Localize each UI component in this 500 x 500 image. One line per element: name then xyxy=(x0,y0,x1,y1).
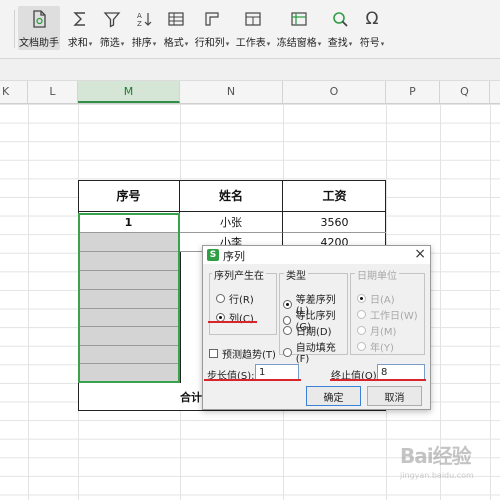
freeze-panes-button[interactable]: 冻结窗格▾ xyxy=(276,6,322,50)
rows-columns-icon xyxy=(201,8,223,30)
ribbon-toolbar: 文档助手 求和▾ 筛选▾ AZ 排序▾ 格式▾ 行和列▾ 工作表▾ 冻结窗格▾ … xyxy=(0,0,500,59)
dialog-title: 序列 xyxy=(223,250,245,263)
radio-button xyxy=(357,294,366,303)
ribbon-label: 排序▾ xyxy=(131,38,157,49)
series-in-title: 序列产生在 xyxy=(212,267,266,282)
svg-text:Z: Z xyxy=(137,20,142,28)
close-icon[interactable]: × xyxy=(414,246,426,262)
sum-button[interactable]: 求和▾ xyxy=(66,6,94,50)
find-button[interactable]: 查找▾ xyxy=(326,6,354,50)
column-header-k[interactable]: K xyxy=(0,81,28,103)
sort-button[interactable]: AZ 排序▾ xyxy=(130,6,158,50)
document-assistant-icon xyxy=(28,8,50,30)
watermark-text: Bai经验 xyxy=(400,444,472,468)
ribbon-label: 文档助手 xyxy=(19,38,59,49)
format-icon xyxy=(165,8,187,30)
magnifier-icon xyxy=(329,8,351,30)
selection-range xyxy=(78,213,180,383)
column-header-p[interactable]: P xyxy=(386,81,440,103)
filter-button[interactable]: 筛选▾ xyxy=(98,6,126,50)
column-header-m[interactable]: M xyxy=(78,81,180,103)
funnel-icon xyxy=(101,8,123,30)
dialog-titlebar[interactable]: S 序列 × xyxy=(203,246,430,264)
column-header-l[interactable]: L xyxy=(28,81,78,103)
annotation-underline xyxy=(204,379,301,381)
wps-logo-icon: S xyxy=(207,249,219,261)
radio-weekday: 工作日(W) xyxy=(357,307,418,322)
radio-button[interactable] xyxy=(283,347,292,357)
sigma-icon xyxy=(69,8,91,30)
radio-autofill[interactable]: 自动填充(F) xyxy=(283,339,347,365)
annotation-underline xyxy=(330,379,426,381)
annotation-underline xyxy=(208,321,257,323)
radio-button xyxy=(357,326,366,335)
ribbon-label: 冻结窗格▾ xyxy=(276,38,322,49)
ribbon-label: 筛选▾ xyxy=(99,38,125,49)
cell-salary[interactable]: 3560 xyxy=(283,212,386,233)
table-divider xyxy=(180,252,181,383)
formula-bar-area xyxy=(0,59,500,81)
omega-icon: Ω xyxy=(365,9,379,29)
svg-text:A: A xyxy=(137,12,142,20)
cancel-button[interactable]: 取消 xyxy=(367,386,422,406)
ribbon-label: 工作表▾ xyxy=(235,38,271,49)
type-title: 类型 xyxy=(284,267,308,282)
checkbox[interactable] xyxy=(209,349,218,358)
cell-name[interactable]: 小张 xyxy=(180,212,283,233)
symbol-button[interactable]: Ω 符号▾ xyxy=(358,6,386,50)
document-assistant-button[interactable]: 文档助手 xyxy=(18,6,60,50)
radio-day: 日(A) xyxy=(357,291,395,306)
trend-checkbox[interactable]: 预测趋势(T) xyxy=(209,346,276,361)
sort-icon: AZ xyxy=(133,8,155,30)
baidu-watermark: Bai经验 jingyan.baidu.com xyxy=(400,440,492,496)
ribbon-label: 求和▾ xyxy=(67,38,93,49)
freeze-panes-icon xyxy=(288,8,310,30)
watermark-subtext: jingyan.baidu.com xyxy=(400,471,474,480)
radio-button xyxy=(357,342,366,351)
ribbon-label: 行和列▾ xyxy=(194,38,230,49)
header-name[interactable]: 姓名 xyxy=(180,180,283,212)
date-unit-group: 日期单位 日(A) 工作日(W) 月(M) 年(Y) xyxy=(350,267,425,355)
ribbon-label: 查找▾ xyxy=(327,38,353,49)
header-seq[interactable]: 序号 xyxy=(78,180,180,212)
ribbon-separator xyxy=(14,10,15,48)
ribbon-label: 格式▾ xyxy=(163,38,189,49)
date-unit-title: 日期单位 xyxy=(355,267,399,282)
radio-year: 年(Y) xyxy=(357,339,394,354)
format-button[interactable]: 格式▾ xyxy=(162,6,190,50)
series-in-group: 序列产生在 行(R) 列(C) xyxy=(209,267,277,335)
series-dialog: S 序列 × 序列产生在 行(R) 列(C) 类型 等差序列(L) 等比序列(G… xyxy=(202,245,431,410)
column-header-o[interactable]: O xyxy=(283,81,386,103)
type-group: 类型 等差序列(L) 等比序列(G) 日期(D) 自动填充(F) xyxy=(279,267,348,365)
rows-columns-button[interactable]: 行和列▾ xyxy=(194,6,230,50)
worksheet-icon xyxy=(242,8,264,30)
radio-month: 月(M) xyxy=(357,323,396,338)
column-headers: K L M N O P Q xyxy=(0,81,500,104)
ok-button[interactable]: 确定 xyxy=(306,386,361,406)
radio-button[interactable] xyxy=(216,294,225,303)
column-header-n[interactable]: N xyxy=(180,81,283,103)
radio-button xyxy=(357,310,366,319)
radio-button[interactable] xyxy=(283,326,292,335)
grid-line xyxy=(28,104,29,500)
worksheet-button[interactable]: 工作表▾ xyxy=(234,6,272,50)
header-salary[interactable]: 工资 xyxy=(283,180,386,212)
radio-row[interactable]: 行(R) xyxy=(216,291,254,306)
column-header-q[interactable]: Q xyxy=(440,81,490,103)
radio-date[interactable]: 日期(D) xyxy=(283,323,332,338)
ribbon-label: 符号▾ xyxy=(359,38,385,49)
